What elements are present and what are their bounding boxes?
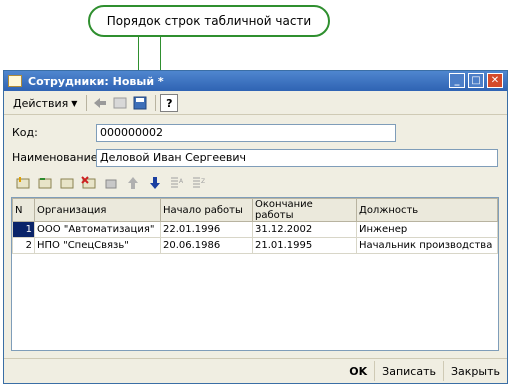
copy-row-icon[interactable] — [36, 174, 54, 192]
jobs-table: N Организация Начало работы Окончание ра… — [12, 198, 498, 254]
close-form-button[interactable]: Закрыть — [443, 361, 507, 381]
position-cell[interactable]: Инженер — [356, 221, 498, 238]
column-header-organization[interactable]: Организация — [34, 198, 161, 222]
name-label: Наименование: — [12, 151, 102, 164]
sort-asc-icon[interactable]: A — [168, 174, 186, 192]
delete-row-icon[interactable] — [80, 174, 98, 192]
chevron-down-icon: ▼ — [71, 98, 78, 108]
code-field[interactable]: 000000002 — [96, 124, 396, 142]
ok-button[interactable]: OK — [342, 361, 374, 381]
actions-menu-button[interactable]: Действия ▼ — [8, 93, 82, 113]
main-toolbar: Действия ▼ ? — [4, 92, 507, 115]
title-bar[interactable]: Сотрудники: Новый * _ □ ✕ — [4, 71, 507, 91]
help-button[interactable]: ? — [160, 94, 179, 112]
svg-text:Z: Z — [201, 178, 205, 185]
close-button[interactable]: ✕ — [487, 73, 503, 88]
edit-row-icon[interactable] — [58, 174, 76, 192]
table-row[interactable]: 1 ООО "Автоматизация" 22.01.1996 31.12.2… — [12, 221, 498, 238]
form-icon[interactable] — [111, 94, 129, 112]
end-edit-icon[interactable] — [102, 174, 120, 192]
minimize-button[interactable]: _ — [449, 73, 465, 88]
position-cell[interactable]: Начальник производства — [356, 237, 498, 254]
row-number[interactable]: 2 — [12, 237, 35, 254]
document-icon — [8, 75, 22, 87]
name-field[interactable]: Деловой Иван Сергеевич — [96, 149, 498, 167]
actions-menu-label: Действия — [13, 96, 69, 110]
tabular-section-grid[interactable]: N Организация Начало работы Окончание ра… — [11, 197, 499, 351]
start-date-cell[interactable]: 20.06.1986 — [160, 237, 253, 254]
code-label: Код: — [12, 126, 38, 139]
maximize-button[interactable]: □ — [468, 73, 484, 88]
column-header-start-date[interactable]: Начало работы — [160, 198, 253, 222]
save-button[interactable]: Записать — [374, 361, 443, 381]
move-down-icon[interactable] — [146, 174, 164, 192]
column-header-position[interactable]: Должность — [356, 198, 498, 222]
table-header-row: N Организация Начало работы Окончание ра… — [12, 198, 498, 222]
table-row[interactable]: 2 НПО "СпецСвязь" 20.06.1986 21.01.1995 … — [12, 237, 498, 254]
callout-label: Порядок строк табличной части — [88, 5, 330, 37]
end-date-cell[interactable]: 21.01.1995 — [252, 237, 357, 254]
organization-cell[interactable]: НПО "СпецСвязь" — [34, 237, 161, 254]
row-number[interactable]: 1 — [12, 221, 35, 238]
column-header-n[interactable]: N — [12, 198, 35, 222]
sort-desc-icon[interactable]: Z — [190, 174, 208, 192]
end-date-cell[interactable]: 31.12.2002 — [252, 221, 357, 238]
column-header-end-date[interactable]: Окончание работы — [252, 198, 357, 222]
add-row-icon[interactable] — [14, 174, 32, 192]
toolbar-separator — [86, 95, 88, 111]
start-date-cell[interactable]: 22.01.1996 — [160, 221, 253, 238]
window-title: Сотрудники: Новый * — [28, 74, 164, 88]
organization-cell[interactable]: ООО "Автоматизация" — [34, 221, 161, 238]
svg-text:A: A — [179, 178, 184, 185]
save-icon[interactable] — [131, 94, 149, 112]
toolbar-separator — [155, 95, 157, 111]
form-footer: OK Записать Закрыть — [4, 358, 507, 383]
table-toolbar: A Z — [14, 174, 208, 192]
move-up-icon[interactable] — [124, 174, 142, 192]
back-icon[interactable] — [91, 94, 109, 112]
